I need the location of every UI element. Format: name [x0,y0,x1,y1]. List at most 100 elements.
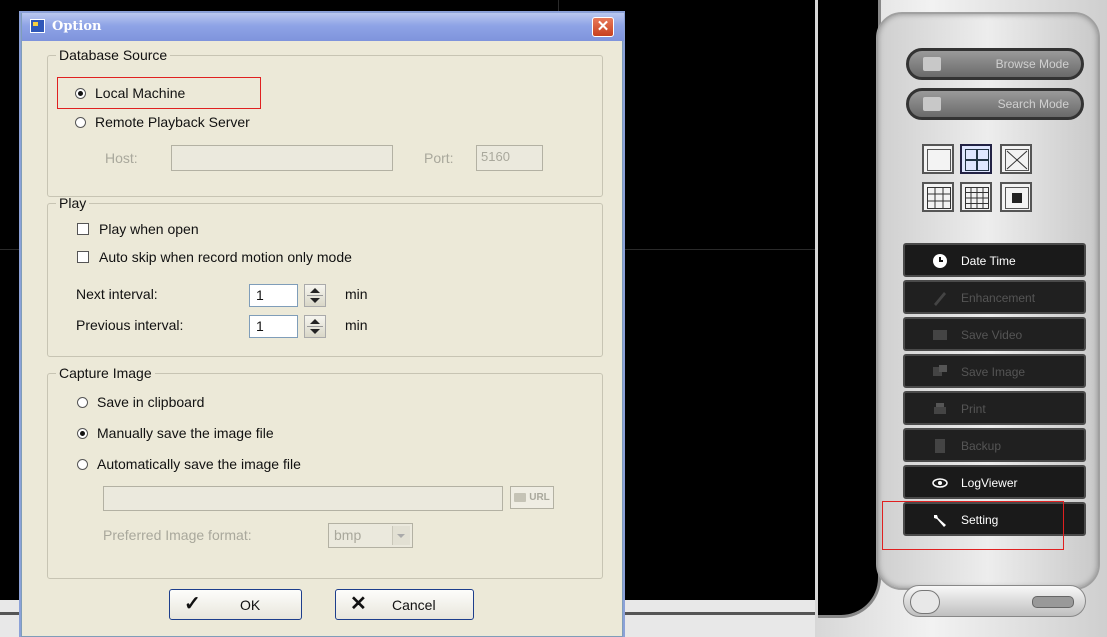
browse-mode-label: Browse Mode [995,57,1069,71]
layout-2x2-button[interactable] [960,144,992,174]
volume-slider[interactable] [1032,596,1074,608]
search-mode-button[interactable]: Search Mode [906,88,1084,120]
host-input[interactable] [171,145,393,171]
remote-playback-label: Remote Playback Server [95,114,250,130]
fit-window-button[interactable] [1000,182,1032,212]
play-legend: Play [59,195,87,211]
spin-up-icon [310,319,320,324]
save-clipboard-option[interactable]: Save in clipboard [77,394,204,410]
auto-save-radio[interactable] [77,458,88,470]
backup-button[interactable]: Backup [903,428,1086,462]
auto-save-option[interactable]: Automatically save the image file [77,456,301,472]
cancel-button[interactable]: ✕ Cancel [335,589,474,620]
search-person-icon [923,97,941,111]
ok-label: OK [240,597,261,613]
x-icon: ✕ [350,593,367,615]
next-interval-input[interactable]: 1 [249,284,298,307]
layout-3x3-button[interactable] [922,182,954,212]
backup-label: Backup [961,439,1002,453]
auto-skip-label: Auto skip when record motion only mode [99,249,352,265]
fullscreen-icon [1005,149,1029,171]
manual-save-label: Manually save the image file [97,425,274,441]
spin-down-icon [310,298,320,303]
database-source-legend: Database Source [59,47,168,63]
close-icon: ✕ [596,18,610,35]
auto-save-label: Automatically save the image file [97,456,301,472]
layout-4x4-button[interactable] [960,182,992,212]
save-image-button[interactable]: Save Image [903,354,1086,388]
next-interval-unit: min [345,286,368,302]
ok-button[interactable]: ✓ OK [169,589,302,620]
save-clipboard-label: Save in clipboard [97,394,205,410]
printer-icon [934,403,946,414]
enhancement-label: Enhancement [961,291,1036,305]
log-viewer-button[interactable]: LogViewer [903,465,1086,499]
close-button[interactable]: ✕ [592,17,614,37]
date-time-button[interactable]: Date Time [903,243,1086,277]
log-viewer-label: LogViewer [961,476,1018,490]
dialog-titlebar[interactable]: Option ✕ [22,13,624,41]
previous-interval-spinner[interactable] [304,315,326,338]
image-path-input[interactable] [103,486,503,511]
fit-window-icon [1005,187,1029,209]
local-machine-highlight-box [57,77,261,109]
print-button[interactable]: Print [903,391,1086,425]
single-view-icon [927,149,951,171]
folder-icon [514,493,527,502]
previous-interval-unit: min [345,317,368,333]
save-clipboard-radio[interactable] [77,396,88,408]
auto-skip-checkbox[interactable] [77,251,89,263]
save-image-label: Save Image [961,365,1026,379]
speaker-icon [910,590,940,614]
play-when-open-label: Play when open [99,221,199,237]
url-label: URL [529,492,550,503]
url-browse-button[interactable]: URL [510,486,554,509]
backup-icon [935,439,945,453]
print-label: Print [961,402,986,416]
host-label: Host: [105,150,138,166]
setting-highlight-box [882,501,1064,550]
auto-skip-option[interactable]: Auto skip when record motion only mode [77,249,352,265]
capture-image-legend: Capture Image [59,365,152,381]
dropdown-arrow-icon [392,526,410,545]
manual-save-radio[interactable] [77,427,88,439]
enhancement-button[interactable]: Enhancement [903,280,1086,314]
eye-icon [932,478,948,488]
spin-up-icon [310,288,320,293]
folder-icon [923,57,941,71]
remote-playback-option[interactable]: Remote Playback Server [75,114,250,130]
browse-mode-button[interactable]: Browse Mode [906,48,1084,80]
next-interval-spinner[interactable] [304,284,326,307]
option-window-icon [30,19,45,33]
save-video-label: Save Video [961,328,1023,342]
spin-down-icon [310,329,320,334]
previous-interval-input[interactable]: 1 [249,315,298,338]
remote-playback-radio[interactable] [75,116,86,128]
clock-icon [933,254,947,268]
film-icon [933,330,947,340]
image-format-label: Preferred Image format: [103,527,252,543]
nine-view-icon [927,187,951,209]
fullscreen-button[interactable] [1000,144,1032,174]
next-interval-label: Next interval: [76,286,158,302]
checkmark-icon: ✓ [184,593,201,615]
quad-view-icon [965,149,989,171]
image-icon [933,365,947,376]
date-time-label: Date Time [961,254,1016,268]
manual-save-option[interactable]: Manually save the image file [77,425,274,441]
sixteen-view-icon [965,187,989,209]
cancel-label: Cancel [392,597,436,613]
video-bezel [818,0,881,618]
layout-1x1-button[interactable] [922,144,954,174]
save-video-button[interactable]: Save Video [903,317,1086,351]
play-when-open-checkbox[interactable] [77,223,89,235]
volume-control[interactable] [903,585,1086,617]
search-mode-label: Search Mode [997,97,1069,111]
dialog-title: Option [52,19,102,34]
image-format-value: bmp [334,527,362,543]
port-input[interactable]: 5160 [476,145,543,171]
play-when-open-option[interactable]: Play when open [77,221,199,237]
port-label: Port: [424,150,454,166]
image-format-select[interactable]: bmp [328,523,413,548]
pencil-icon [934,292,946,306]
